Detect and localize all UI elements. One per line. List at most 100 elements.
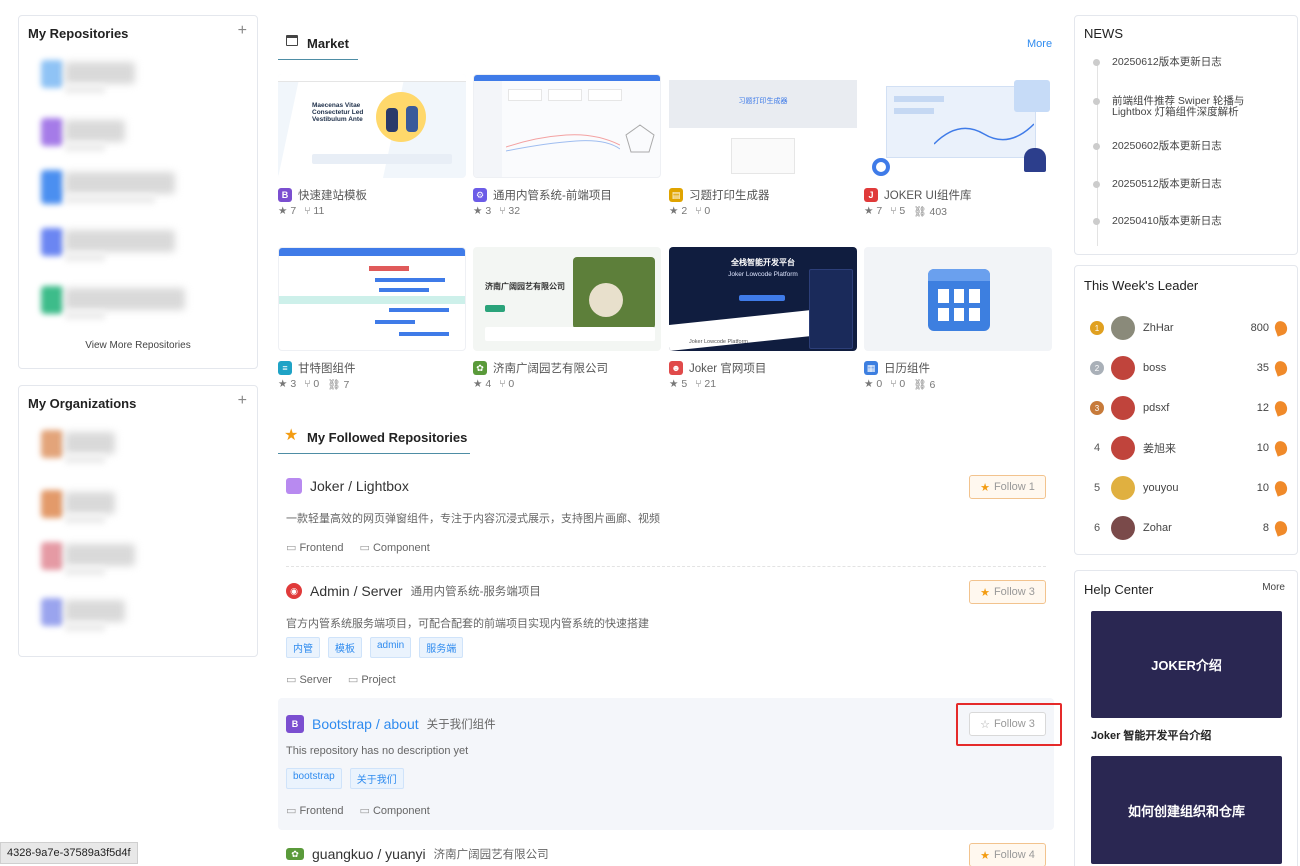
- market-card-title[interactable]: 甘特图组件: [298, 360, 356, 376]
- help-more-link[interactable]: More: [1262, 582, 1285, 593]
- followed-repo-row[interactable]: B Bootstrap / about 关于我们组件 This reposito…: [278, 707, 1054, 827]
- follow-button[interactable]: ★ Follow 1: [969, 475, 1046, 499]
- tag[interactable]: 服务端: [419, 637, 464, 658]
- tag[interactable]: 模板: [328, 637, 362, 658]
- repo-item-blurred[interactable]: [41, 286, 191, 322]
- tag[interactable]: admin: [370, 637, 412, 658]
- market-card-title[interactable]: JOKER UI组件库: [884, 187, 972, 203]
- market-card-thumbnail[interactable]: [864, 247, 1052, 351]
- market-card-title[interactable]: 通用内管系统-前端项目: [493, 187, 612, 203]
- help-video-thumbnail[interactable]: 如何创建组织和仓库: [1091, 756, 1282, 864]
- org-item-blurred[interactable]: [41, 542, 151, 578]
- repo-title[interactable]: Joker / Lightbox: [310, 478, 409, 494]
- my-repositories-title: My Repositories: [28, 26, 129, 41]
- market-card[interactable]: 习题打印生成器 ▤ 习题打印生成器 ★ 2 ⑂ 0: [669, 74, 857, 217]
- flower-logo-icon: ✿: [286, 848, 304, 860]
- market-card-thumbnail[interactable]: 济南广阔园艺有限公司: [473, 247, 661, 351]
- market-card[interactable]: ≡ 甘特图组件 ★ 3 ⑂ 0 ⛓ 7: [278, 247, 466, 391]
- market-card-thumbnail[interactable]: [473, 74, 661, 178]
- market-card-thumbnail[interactable]: 习题打印生成器: [669, 74, 857, 178]
- star-icon: ★: [284, 427, 299, 444]
- repo-meta: FrontendComponent: [286, 804, 429, 817]
- market-card[interactable]: J JOKER UI组件库 ★ 7 ⑂ 5 ⛓ 403: [864, 74, 1052, 218]
- printer-icon: ▤: [669, 188, 683, 202]
- market-card-thumbnail[interactable]: [278, 247, 466, 351]
- org-item-blurred[interactable]: [41, 598, 151, 634]
- help-caption[interactable]: Joker 智能开发平台介绍: [1091, 727, 1211, 743]
- repo-subtitle: 济南广阔园艺有限公司: [433, 849, 549, 861]
- repo-title[interactable]: guangkuo / yuanyi: [312, 846, 426, 862]
- market-card[interactable]: 济南广阔园艺有限公司 ✿ 济南广阔园艺有限公司 ★ 4 ⑂ 0: [473, 247, 661, 390]
- add-repository-icon[interactable]: +: [238, 22, 247, 40]
- leader-row[interactable]: 4 姜旭来 10: [1087, 436, 1290, 460]
- news-item[interactable]: 20250612版本更新日志: [1093, 57, 1283, 68]
- tag[interactable]: bootstrap: [286, 768, 342, 789]
- market-card[interactable]: Maecenas Vitae Consectetur Led Vestibulu…: [278, 74, 466, 217]
- market-card[interactable]: ⚙ 通用内管系统-前端项目 ★ 3 ⑂ 32: [473, 74, 661, 217]
- repo-description: 一款轻量高效的网页弹窗组件，专注于内容沉浸式展示，支持图片画廊、视频: [286, 513, 660, 525]
- fork-count: ⑂ 21: [695, 378, 717, 390]
- market-card-title[interactable]: 习题打印生成器: [689, 187, 770, 203]
- flame-icon: [1272, 439, 1290, 457]
- news-item[interactable]: 20250410版本更新日志: [1093, 216, 1283, 227]
- repo-description: 官方内管系统服务端项目，可配合配套的前端项目实现内管系统的快速搭建: [286, 618, 649, 630]
- add-organization-icon[interactable]: +: [238, 392, 247, 410]
- weekly-leader-title: This Week's Leader: [1084, 278, 1199, 293]
- view-more-repositories-link[interactable]: View More Repositories: [19, 340, 257, 351]
- leader-row[interactable]: 3 pdsxf 12: [1087, 396, 1290, 420]
- star-count: ★ 0: [864, 378, 883, 390]
- repo-title[interactable]: Bootstrap / about: [312, 716, 419, 732]
- repo-tags: bootstrap 关于我们: [286, 768, 404, 789]
- leader-row[interactable]: 1 ZhHar 800: [1087, 316, 1290, 340]
- gantt-icon: ≡: [278, 361, 292, 375]
- browser-status-bar: 4328-9a7e-37589a3f5d4f: [0, 842, 138, 864]
- leader-rank: 4: [1093, 442, 1101, 454]
- news-item[interactable]: 20250602版本更新日志: [1093, 141, 1283, 152]
- my-repositories-panel: My Repositories + View More Repositories: [18, 15, 258, 369]
- leader-row[interactable]: 2 boss 35: [1087, 356, 1290, 380]
- repo-description: This repository has no description yet: [286, 745, 469, 757]
- leader-row[interactable]: 6 Zohar 8: [1087, 516, 1290, 540]
- calendar-grid-icon: ▦: [864, 361, 878, 375]
- followed-repos-title: My Followed Repositories: [307, 430, 468, 445]
- star-count: ★ 7: [278, 205, 297, 217]
- repo-item-blurred[interactable]: [41, 170, 191, 206]
- tag[interactable]: 内管: [286, 637, 320, 658]
- followed-repo-row[interactable]: ◉ Admin / Server 通用内管系统-服务端项目 官方内管系统服务端项…: [278, 575, 1054, 695]
- tag[interactable]: 关于我们: [349, 768, 404, 789]
- help-center-title: Help Center: [1084, 582, 1154, 597]
- help-video-thumbnail[interactable]: JOKER介绍: [1091, 611, 1282, 718]
- followed-tab-underline: [278, 453, 470, 454]
- gear-icon: ⚙: [473, 188, 487, 202]
- market-card-title[interactable]: 日历组件: [884, 360, 930, 376]
- repo-item-blurred[interactable]: [41, 60, 151, 96]
- row-divider: [286, 566, 1046, 567]
- leader-row[interactable]: 5 youyou 10: [1087, 476, 1290, 500]
- followed-repo-row[interactable]: ✿ guangkuo / yuanyi 济南广阔园艺有限公司 ★ Follow 4: [278, 838, 1054, 866]
- repo-title[interactable]: Admin / Server: [310, 583, 403, 599]
- market-card-thumbnail[interactable]: Maecenas Vitae Consectetur Led Vestibulu…: [278, 74, 466, 178]
- repo-item-blurred[interactable]: [41, 228, 191, 264]
- market-card-thumbnail[interactable]: [864, 74, 1052, 178]
- news-item[interactable]: 20250512版本更新日志: [1093, 179, 1283, 190]
- market-card[interactable]: 全栈智能开发平台 Joker Lowcode Platform Joker Lo…: [669, 247, 857, 390]
- repo-item-blurred[interactable]: [41, 118, 151, 154]
- market-card-title[interactable]: 济南广阔园艺有限公司: [493, 360, 608, 376]
- fork-count: ⑂ 0: [304, 378, 320, 390]
- news-item[interactable]: 前端组件推荐 Swiper 轮播与 Lightbox 灯箱组件深度解析: [1093, 96, 1283, 118]
- org-item-blurred[interactable]: [41, 490, 131, 526]
- timeline-dot: [1093, 181, 1100, 188]
- flame-icon: [1272, 519, 1290, 537]
- follow-button[interactable]: ★ Follow 4: [969, 843, 1046, 866]
- market-card[interactable]: ▦ 日历组件 ★ 0 ⑂ 0 ⛓ 6: [864, 247, 1052, 391]
- avatar: [1111, 436, 1135, 460]
- market-card-title[interactable]: 快速建站模板: [298, 187, 367, 203]
- follow-button[interactable]: ★ Follow 3: [969, 580, 1046, 604]
- fork-count: ⑂ 0: [695, 205, 711, 217]
- market-card-title[interactable]: Joker 官网项目: [689, 360, 766, 376]
- market-more-link[interactable]: More: [1027, 38, 1052, 50]
- market-card-thumbnail[interactable]: 全栈智能开发平台 Joker Lowcode Platform Joker Lo…: [669, 247, 857, 351]
- star-icon: ★: [980, 586, 990, 599]
- org-item-blurred[interactable]: [41, 430, 131, 466]
- followed-repo-row[interactable]: Joker / Lightbox 一款轻量高效的网页弹窗组件，专注于内容沉浸式展…: [278, 470, 1054, 567]
